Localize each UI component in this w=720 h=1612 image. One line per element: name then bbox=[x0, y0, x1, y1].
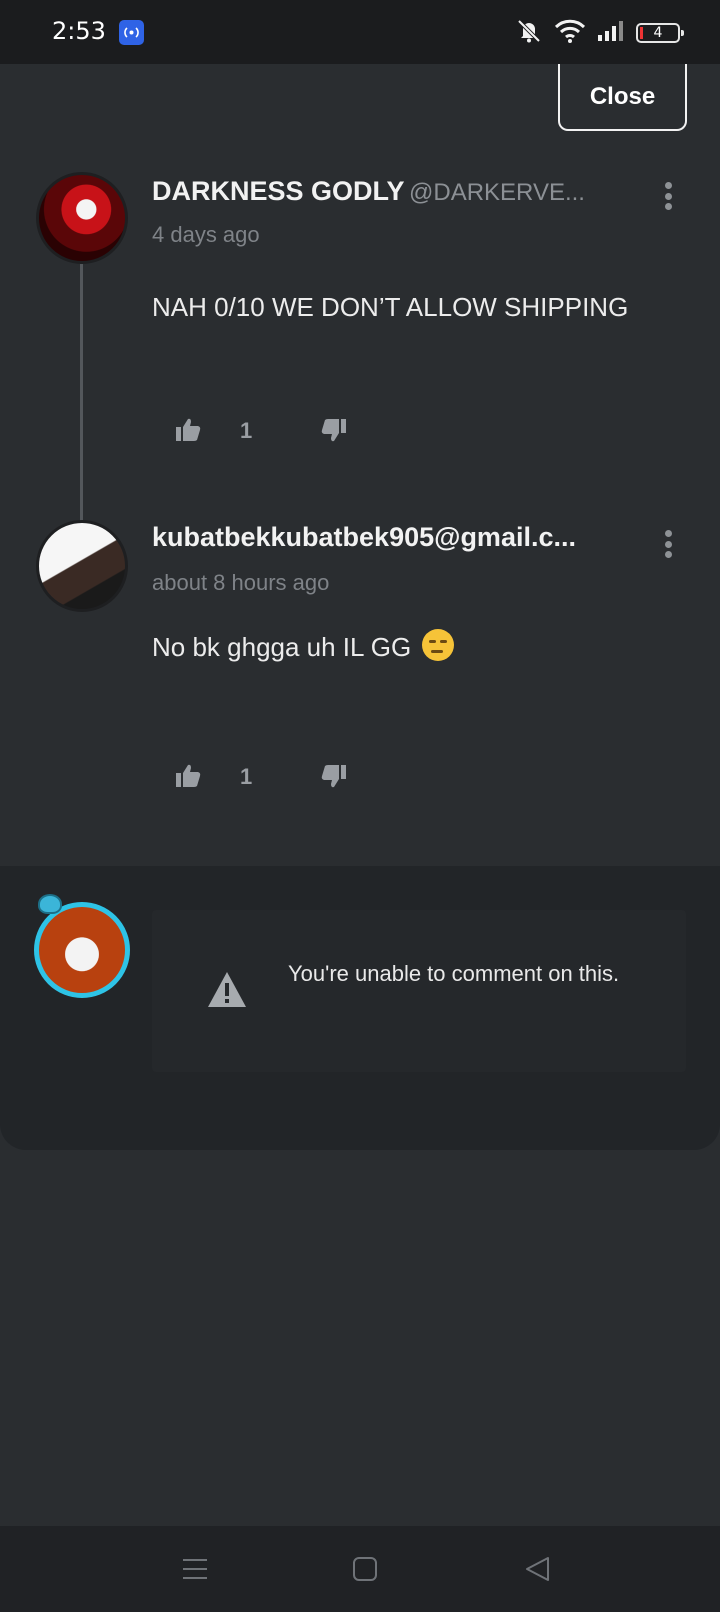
thumbs-down-icon[interactable] bbox=[320, 762, 348, 790]
vote-row: 1 bbox=[174, 416, 374, 446]
comment: DARKNESS GODLY @DARKERVE... 4 days ago N… bbox=[0, 172, 720, 472]
comments-sheet: Close DARKNESS GODLY @DARKERVE... 4 days… bbox=[0, 64, 720, 1150]
back-button[interactable] bbox=[523, 1554, 553, 1584]
current-user-avatar bbox=[34, 902, 130, 998]
comment: kubatbekkubatbek905@gmail.c... about 8 h… bbox=[0, 520, 720, 800]
thumbs-up-icon[interactable] bbox=[174, 416, 202, 444]
avatar-badge-icon bbox=[38, 894, 62, 914]
author-name[interactable]: DARKNESS GODLY bbox=[152, 176, 405, 206]
close-button[interactable]: Close bbox=[558, 64, 687, 131]
comment-composer: You're unable to comment on this. bbox=[0, 866, 720, 1150]
home-button[interactable] bbox=[350, 1554, 380, 1584]
like-count: 1 bbox=[240, 418, 253, 443]
vote-row: 1 bbox=[174, 762, 374, 792]
more-options-button[interactable] bbox=[656, 178, 680, 214]
status-icons: 4 bbox=[514, 18, 684, 48]
comment-author-row: DARKNESS GODLY @DARKERVE... bbox=[152, 176, 622, 207]
unamused-face-emoji bbox=[422, 629, 455, 661]
avatar[interactable] bbox=[36, 172, 128, 264]
like-count: 1 bbox=[240, 764, 253, 789]
signal-icon bbox=[596, 19, 626, 47]
warning-icon bbox=[206, 970, 248, 1010]
thumbs-down-icon[interactable] bbox=[320, 416, 348, 444]
comment-author-row: kubatbekkubatbek905@gmail.c... bbox=[152, 522, 622, 553]
comment-timestamp: about 8 hours ago bbox=[152, 570, 330, 595]
author-name[interactable]: kubatbekkubatbek905@gmail.c... bbox=[152, 522, 576, 552]
status-time: 2:53 bbox=[52, 17, 106, 45]
comment-body: No bk ghgga uh IL GG bbox=[152, 626, 652, 668]
thumbs-up-icon[interactable] bbox=[174, 762, 202, 790]
more-options-button[interactable] bbox=[656, 526, 680, 562]
comment-timestamp: 4 days ago bbox=[152, 222, 260, 247]
recent-apps-button[interactable] bbox=[180, 1554, 210, 1584]
status-bar: 2:53 4 bbox=[0, 0, 720, 64]
battery-icon: 4 bbox=[636, 23, 684, 43]
comment-body: NAH 0/10 WE DON’T ALLOW SHIPPING bbox=[152, 292, 629, 322]
wifi-icon bbox=[554, 18, 586, 48]
avatar[interactable] bbox=[36, 520, 128, 612]
system-nav-bar bbox=[0, 1526, 720, 1612]
comment-disabled-notice: You're unable to comment on this. bbox=[152, 910, 686, 1072]
notice-text: You're unable to comment on this. bbox=[288, 961, 620, 986]
hotspot-icon bbox=[119, 20, 144, 45]
comment-body-text: No bk ghgga uh IL GG bbox=[152, 632, 412, 662]
author-handle: @DARKERVE... bbox=[409, 179, 585, 206]
mute-bell-icon bbox=[514, 18, 544, 48]
